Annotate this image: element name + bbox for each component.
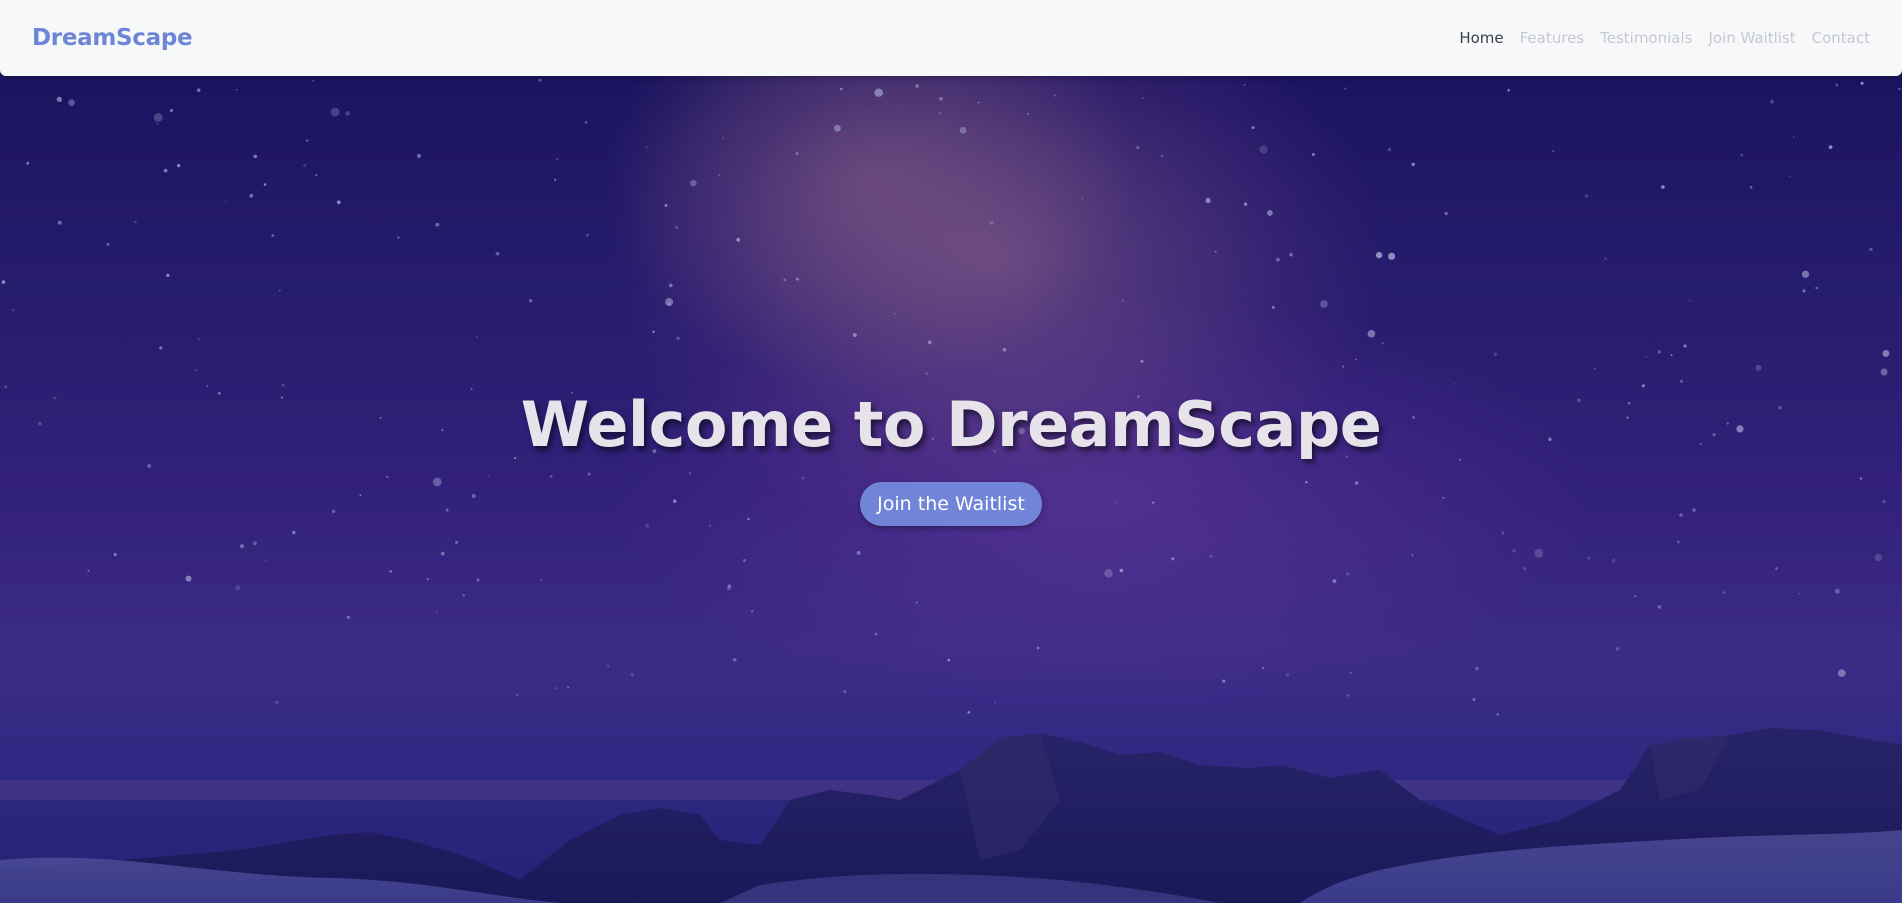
hero-section: Welcome to DreamScape Join the Waitlist [0, 380, 1902, 526]
page: DreamScape Home Features Testimonials Jo… [0, 0, 1902, 903]
nav-link-features[interactable]: Features [1520, 29, 1585, 47]
hero-title: Welcome to DreamScape [520, 388, 1382, 461]
join-waitlist-button[interactable]: Join the Waitlist [860, 482, 1042, 526]
nav-link-home[interactable]: Home [1459, 29, 1503, 47]
nav-link-contact[interactable]: Contact [1812, 29, 1870, 47]
nav-link-join-waitlist[interactable]: Join Waitlist [1708, 29, 1795, 47]
brand-logo-link[interactable]: DreamScape [32, 25, 193, 51]
nav-links: Home Features Testimonials Join Waitlist… [1459, 29, 1870, 47]
nav-link-testimonials[interactable]: Testimonials [1600, 29, 1692, 47]
navbar: DreamScape Home Features Testimonials Jo… [0, 0, 1902, 76]
